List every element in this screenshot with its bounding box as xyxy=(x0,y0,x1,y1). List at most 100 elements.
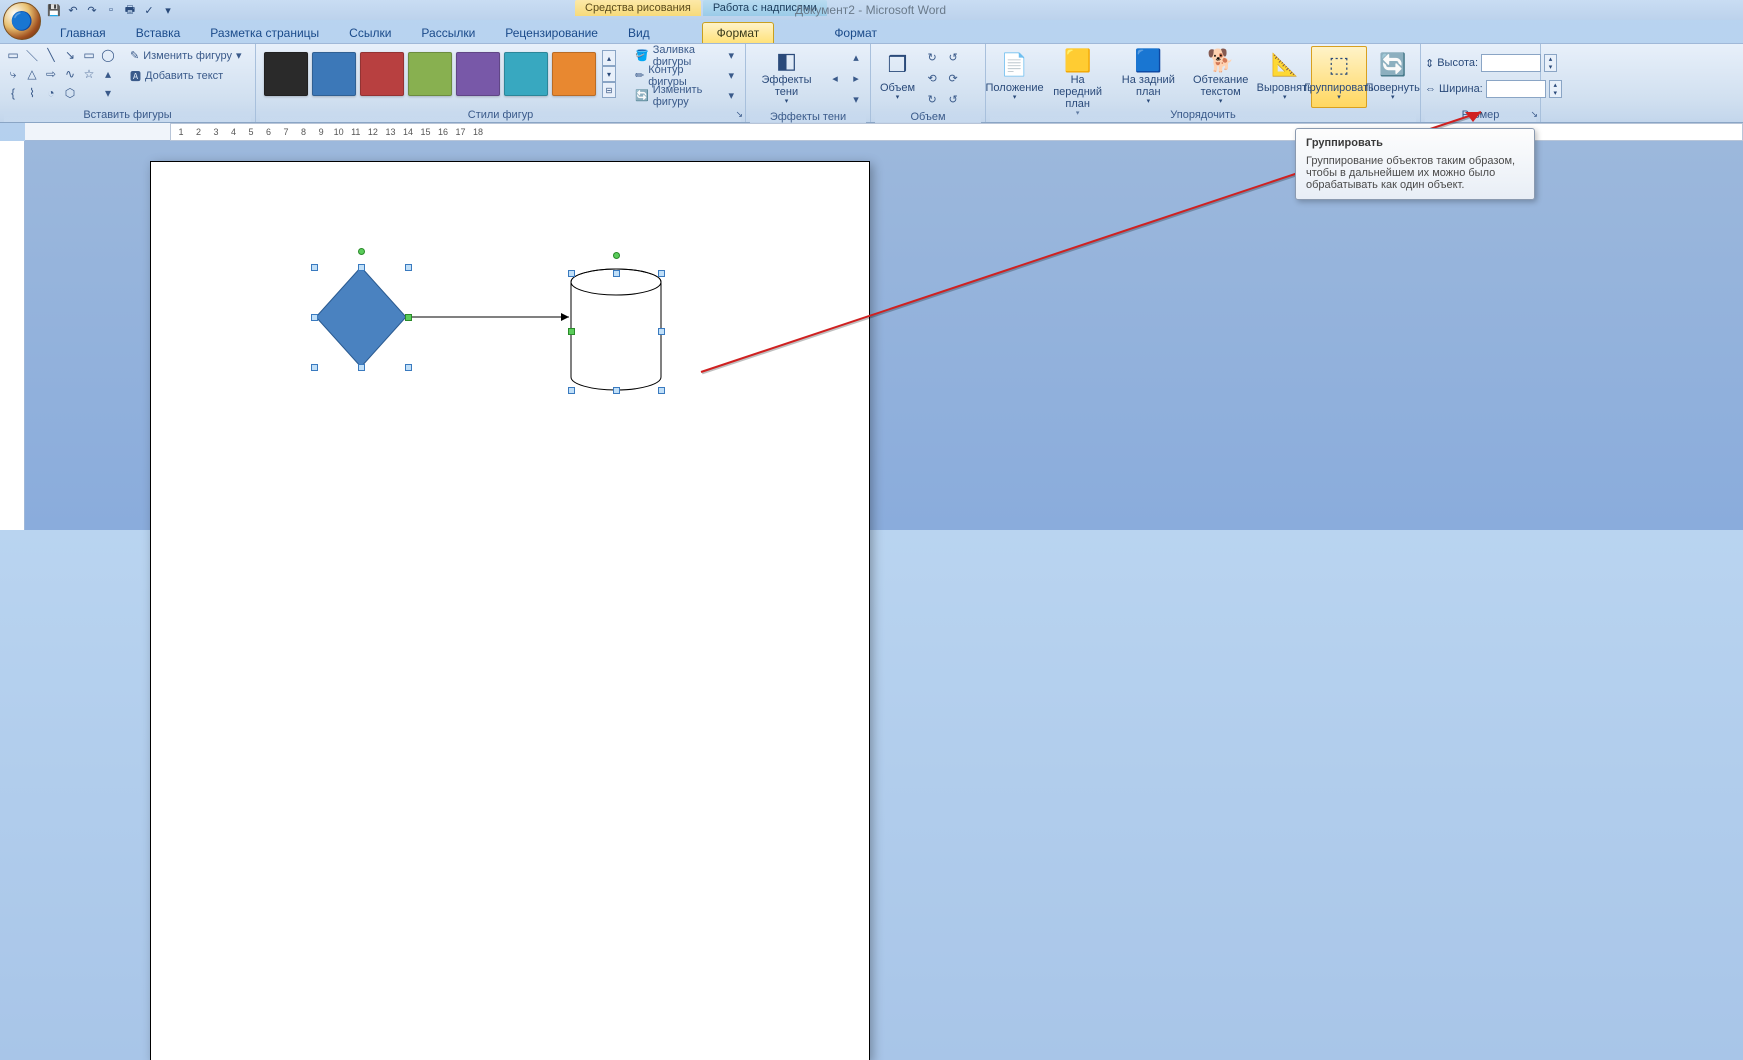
tab-view[interactable]: Вид xyxy=(614,23,664,43)
send-back-button[interactable]: 🟦На задний план▾ xyxy=(1116,46,1180,108)
style-swatch[interactable] xyxy=(360,52,404,96)
tab-insert[interactable]: Вставка xyxy=(122,23,195,43)
resize-handle[interactable] xyxy=(613,387,620,394)
shape-arrow-icon[interactable]: ↘ xyxy=(61,46,79,64)
shape-cylinder[interactable] xyxy=(571,269,661,390)
resize-handle[interactable] xyxy=(658,328,665,335)
shape-scroll-dn-icon[interactable]: ▾ xyxy=(99,84,117,102)
align-button[interactable]: 📐Выровнять▾ xyxy=(1261,46,1309,108)
page[interactable] xyxy=(150,161,870,1060)
shape-rect-icon[interactable]: ▭ xyxy=(4,46,22,64)
resize-handle[interactable] xyxy=(658,270,665,277)
resize-handle[interactable] xyxy=(311,364,318,371)
tab-format-drawing[interactable]: Формат xyxy=(702,22,775,43)
rotate-handle[interactable] xyxy=(613,252,620,259)
shape-freeform-icon[interactable]: ⌇ xyxy=(23,84,41,102)
rotate-button[interactable]: 🔄Повернуть▾ xyxy=(1369,46,1416,108)
ruler-vertical[interactable] xyxy=(0,141,25,530)
resize-handle[interactable] xyxy=(658,387,665,394)
style-gallery[interactable]: ▴ ▾ ⊟ xyxy=(260,46,620,102)
tab-home[interactable]: Главная xyxy=(46,23,120,43)
shape-line2-icon[interactable]: ╲ xyxy=(42,46,60,64)
shape-poly-icon[interactable]: ⬡ xyxy=(61,84,79,102)
tab-format-textbox[interactable]: Формат xyxy=(820,23,891,43)
style-swatch[interactable] xyxy=(264,52,308,96)
change-shape-button[interactable]: 🔄Изменить фигуру▾ xyxy=(628,86,741,105)
spellcheck-icon[interactable]: ✓ xyxy=(141,2,157,18)
save-icon[interactable]: 💾 xyxy=(46,2,62,18)
width-input[interactable] xyxy=(1486,80,1546,98)
nudge-down-icon[interactable]: ▾ xyxy=(846,90,866,109)
rotate-handle[interactable] xyxy=(358,248,365,255)
shape-callout-icon[interactable]: ◔ xyxy=(42,84,60,102)
gallery-down-icon[interactable]: ▾ xyxy=(602,66,616,82)
shape-conn-icon[interactable]: ⤷ xyxy=(4,65,22,83)
office-button[interactable]: 🔵 xyxy=(3,2,41,40)
edit-shape-button[interactable]: ✎Изменить фигуру▾ xyxy=(123,46,249,65)
shape-scroll-up-icon[interactable]: ▴ xyxy=(99,65,117,83)
position-button[interactable]: 📄Положение▾ xyxy=(990,46,1039,108)
tab-review[interactable]: Рецензирование xyxy=(491,23,612,43)
shadow-effects-button[interactable]: ◧ Эффекты тени▾ xyxy=(750,46,823,108)
dialog-launcher-icon[interactable]: ↘ xyxy=(735,109,743,120)
print-icon[interactable]: 🖶 xyxy=(122,2,138,18)
tilt-up-icon[interactable]: ↻ xyxy=(922,48,942,67)
tab-mailings[interactable]: Рассылки xyxy=(407,23,489,43)
resize-handle[interactable] xyxy=(568,387,575,394)
undo-icon[interactable]: ↶ xyxy=(65,2,81,18)
gallery-up-icon[interactable]: ▴ xyxy=(602,50,616,66)
tilt-dn-icon[interactable]: ↻ xyxy=(922,90,942,109)
connector-handle[interactable] xyxy=(405,314,412,321)
resize-handle[interactable] xyxy=(613,270,620,277)
shape-star-icon[interactable]: ☆ xyxy=(80,65,98,83)
tilt-dn2-icon[interactable]: ↺ xyxy=(943,90,963,109)
tilt-left-icon[interactable]: ⟲ xyxy=(922,69,942,88)
shape-brace-icon[interactable]: { xyxy=(4,84,22,102)
shape-tri-icon[interactable]: △ xyxy=(23,65,41,83)
resize-handle[interactable] xyxy=(358,264,365,271)
shape-diamond[interactable] xyxy=(316,267,406,367)
tilt-right-icon[interactable]: ⟳ xyxy=(943,69,963,88)
style-swatch[interactable] xyxy=(312,52,356,96)
text-wrap-button[interactable]: 🐕Обтекание текстом▾ xyxy=(1182,46,1258,108)
shape-line-icon[interactable]: ＼ xyxy=(23,46,41,64)
style-swatch[interactable] xyxy=(552,52,596,96)
style-swatch[interactable] xyxy=(408,52,452,96)
group-button[interactable]: ⬚Группировать▾ xyxy=(1311,46,1368,108)
add-text-button[interactable]: 🅰Добавить текст xyxy=(123,66,249,85)
nudge-left-icon[interactable]: ◂ xyxy=(825,69,845,88)
height-spinner[interactable]: ▴▾ xyxy=(1544,54,1557,72)
style-swatch[interactable] xyxy=(456,52,500,96)
shape-oval-icon[interactable]: ◯ xyxy=(99,46,117,64)
dialog-launcher-icon[interactable]: ↘ xyxy=(1530,109,1538,120)
shape-fill-button[interactable]: 🪣Заливка фигуры▾ xyxy=(628,46,741,65)
height-input[interactable] xyxy=(1481,54,1541,72)
shape-curve-icon[interactable]: ∿ xyxy=(61,65,79,83)
resize-handle[interactable] xyxy=(311,314,318,321)
tab-references[interactable]: Ссылки xyxy=(335,23,405,43)
tilt-up2-icon[interactable]: ↺ xyxy=(943,48,963,67)
resize-handle[interactable] xyxy=(358,364,365,371)
shape-outline-button[interactable]: ✏Контур фигуры▾ xyxy=(628,66,741,85)
3d-effects-button[interactable]: ❒ Объем▾ xyxy=(875,46,920,108)
width-spinner[interactable]: ▴▾ xyxy=(1549,80,1562,98)
gallery-more-icon[interactable]: ⊟ xyxy=(602,82,616,98)
style-swatch[interactable] xyxy=(504,52,548,96)
tab-layout[interactable]: Разметка страницы xyxy=(196,23,333,43)
shapes-gallery[interactable]: ▭＼╲↘▭◯ ⤷△⇨∿☆▴ {⌇◔⬡ ▾ xyxy=(4,46,117,102)
shape-rect2-icon[interactable]: ▭ xyxy=(80,46,98,64)
nudge-right-icon[interactable]: ▸ xyxy=(846,69,866,88)
resize-handle[interactable] xyxy=(405,264,412,271)
connector-handle[interactable] xyxy=(568,328,575,335)
nudge-up-icon[interactable]: ▴ xyxy=(846,48,866,67)
shape-blank-icon[interactable] xyxy=(80,84,98,102)
resize-handle[interactable] xyxy=(405,364,412,371)
bring-front-button[interactable]: 🟨На передний план▾ xyxy=(1041,46,1114,108)
resize-handle[interactable] xyxy=(568,270,575,277)
resize-handle[interactable] xyxy=(311,264,318,271)
new-icon[interactable]: ▫ xyxy=(103,2,119,18)
redo-icon[interactable]: ↷ xyxy=(84,2,100,18)
chevron-down-icon: ▾ xyxy=(236,49,242,62)
qat-more-icon[interactable]: ▾ xyxy=(160,2,176,18)
shape-rarrow-icon[interactable]: ⇨ xyxy=(42,65,60,83)
